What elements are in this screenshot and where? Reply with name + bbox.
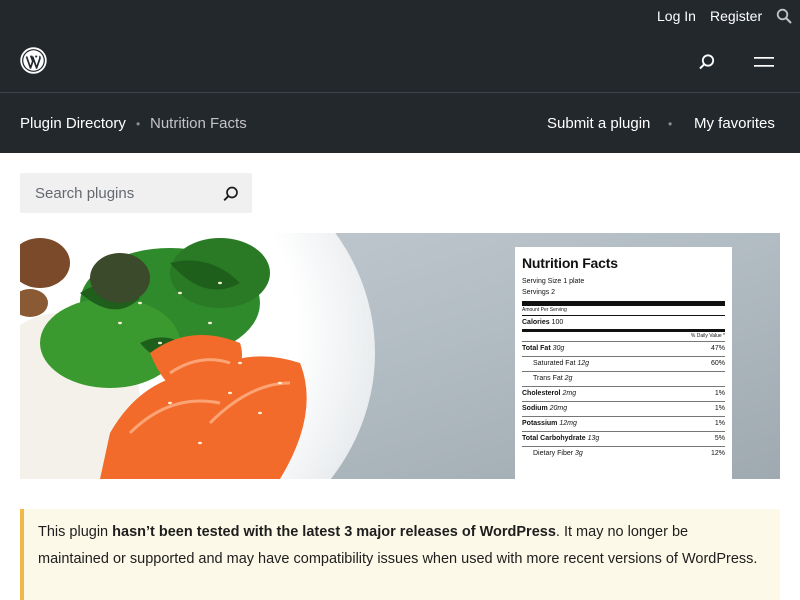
nutrient-label: Dietary Fiber: [533, 450, 574, 457]
search-icon[interactable]: [776, 8, 792, 24]
nutrient-daily-value: 5%: [714, 435, 725, 442]
nutrient-amount: 2g: [564, 375, 573, 382]
nutrient-amount: 12mg: [559, 420, 577, 427]
notice-prefix: This plugin: [38, 524, 113, 540]
nutrition-row: Trans Fat 2g: [522, 371, 725, 386]
nutrient-label: Cholesterol: [522, 390, 561, 397]
nutrient-name: Cholesterol 2mg: [522, 387, 576, 401]
my-favorites-link[interactable]: My favorites: [694, 115, 775, 132]
calories-value: 100: [551, 319, 564, 326]
nutrient-label: Total Carbohydrate: [522, 435, 586, 442]
calories-label: Calories: [522, 319, 550, 326]
nutrient-name: Dietary Fiber 3g: [522, 447, 583, 461]
calories-row: Calories 100: [522, 316, 725, 329]
nutrition-row: Sodium 20mg 1%: [522, 401, 725, 416]
plugin-subnav: Plugin Directory • Nutrition Facts Submi…: [0, 92, 800, 153]
plugin-search-form: [20, 173, 252, 213]
register-link[interactable]: Register: [710, 8, 762, 24]
breadcrumb-plugin-directory[interactable]: Plugin Directory: [20, 115, 126, 132]
plugin-search-input[interactable]: [20, 173, 220, 213]
nutrient-label: Trans Fat: [533, 375, 563, 382]
notice-emphasis: hasn’t been tested with the latest 3 maj…: [112, 524, 556, 540]
hamburger-menu-icon[interactable]: [754, 55, 774, 69]
nutrition-label-title: Nutrition Facts: [522, 255, 618, 271]
breadcrumb-current: Nutrition Facts: [150, 115, 247, 132]
nutrient-name: Total Fat 30g: [522, 342, 564, 356]
plugin-banner: Nutrition Facts Serving Size 1 plate Ser…: [20, 233, 780, 479]
nutrient-amount: 12g: [577, 360, 590, 367]
nutrient-label: Potassium: [522, 420, 558, 427]
nutrition-row: Total Fat 30g 47%: [522, 341, 725, 356]
nutrition-row: Dietary Fiber 3g 12%: [522, 446, 725, 461]
serving-size: Serving Size 1 plate: [522, 278, 585, 285]
nutrition-row: Saturated Fat 12g 60%: [522, 356, 725, 371]
login-link[interactable]: Log In: [657, 8, 696, 24]
search-icon[interactable]: [698, 53, 716, 71]
nutrient-amount: 3g: [575, 450, 583, 457]
nutrition-row: Potassium 12mg 1%: [522, 416, 725, 431]
compatibility-notice: This plugin hasn’t been tested with the …: [20, 509, 780, 600]
nutrient-label: Saturated Fat: [533, 360, 576, 367]
nutrient-amount: 2mg: [562, 390, 577, 397]
nutrient-amount: 30g: [552, 345, 565, 352]
nutrition-row: Cholesterol 2mg 1%: [522, 386, 725, 401]
breadcrumb-separator: •: [136, 117, 141, 131]
nutrient-daily-value: 60%: [710, 360, 725, 367]
nutrient-name: Sodium 20mg: [522, 402, 567, 416]
search-icon[interactable]: [222, 185, 240, 203]
amount-per-serving: Amount Per Serving: [522, 307, 567, 313]
servings: Servings 2: [522, 289, 556, 296]
site-header: [0, 32, 800, 92]
nutrient-name: Total Carbohydrate 13g: [522, 432, 599, 446]
nav-separator: •: [668, 117, 673, 131]
nutrient-name: Potassium 12mg: [522, 417, 577, 431]
account-bar: Log In Register: [0, 0, 800, 32]
nutrition-facts-label: Nutrition Facts Serving Size 1 plate Ser…: [515, 247, 732, 479]
nutrient-daily-value: 12%: [710, 450, 725, 457]
nutrient-amount: 20mg: [549, 405, 568, 412]
nutrient-daily-value: 1%: [714, 390, 725, 397]
wordpress-logo-icon[interactable]: [20, 47, 47, 74]
nutrient-daily-value: 1%: [714, 405, 725, 412]
nutrient-daily-value: 47%: [710, 345, 725, 352]
nutrient-daily-value: 1%: [714, 420, 725, 427]
submit-plugin-link[interactable]: Submit a plugin: [547, 115, 650, 132]
nutrient-label: Sodium: [522, 405, 548, 412]
daily-value-header: % Daily Value *: [522, 329, 725, 341]
nutrient-name: Trans Fat 2g: [522, 372, 572, 386]
nutrient-amount: 13g: [587, 435, 600, 442]
nutrient-label: Total Fat: [522, 345, 551, 352]
nutrient-name: Saturated Fat 12g: [522, 357, 589, 371]
nutrition-row: Total Carbohydrate 13g 5%: [522, 431, 725, 446]
